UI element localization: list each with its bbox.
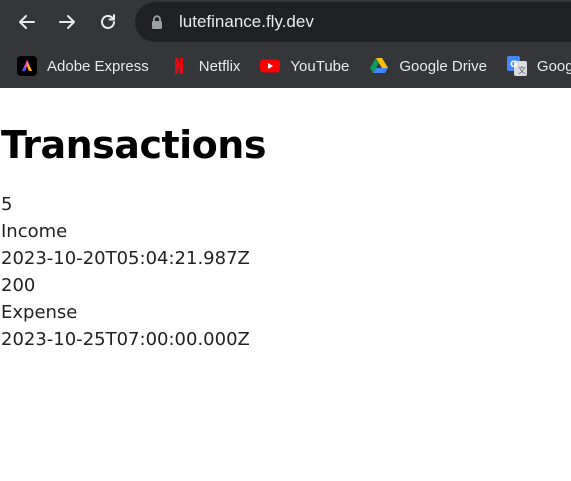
transaction-list: 5 Income 2023-10-20T05:04:21.987Z 200 Ex… (1, 191, 571, 353)
bookmark-label: YouTube (290, 57, 350, 75)
forward-button[interactable] (53, 8, 81, 36)
arrow-left-icon (19, 15, 35, 29)
transaction-item: 5 Income 2023-10-20T05:04:21.987Z (1, 191, 571, 272)
transaction-date: 2023-10-20T05:04:21.987Z (1, 248, 250, 269)
svg-text:G: G (510, 60, 517, 70)
bookmark-netflix[interactable]: Netflix (169, 56, 241, 76)
transaction-amount: 200 (1, 275, 36, 296)
google-translate-icon: G 文 (506, 56, 527, 76)
lock-icon[interactable] (150, 14, 164, 30)
arrow-right-icon (59, 15, 75, 29)
transaction-type: Expense (1, 302, 78, 323)
bookmark-label: Goog (536, 57, 571, 75)
transaction-date: 2023-10-25T07:00:00.000Z (1, 329, 250, 350)
page-title: Transactions (1, 123, 266, 167)
reload-icon (101, 14, 115, 29)
bookmark-label: Netflix (198, 57, 241, 75)
bookmark-label: Google Drive (399, 57, 487, 75)
netflix-icon (169, 56, 189, 76)
bookmark-google-translate[interactable]: G 文 Goog (506, 56, 571, 76)
transaction-amount: 5 (1, 194, 13, 215)
browser-toolbar: lutefinance.fly.dev (0, 0, 571, 44)
bookmark-google-drive[interactable]: Google Drive (369, 56, 487, 76)
reload-button[interactable] (94, 8, 122, 36)
bookmarks-bar: Adobe Express Netflix YouTube Google Dri… (0, 44, 571, 88)
youtube-icon (260, 56, 281, 76)
address-bar[interactable]: lutefinance.fly.dev (135, 2, 571, 42)
page-content: Transactions 5 Income 2023-10-20T05:04:2… (0, 123, 571, 353)
adobe-express-icon (17, 56, 37, 76)
bookmark-label: Adobe Express (47, 57, 149, 75)
url-text[interactable]: lutefinance.fly.dev (179, 12, 314, 32)
browser-chrome: lutefinance.fly.dev Adobe Express Netfli… (0, 0, 571, 88)
bookmark-youtube[interactable]: YouTube (260, 56, 349, 76)
bookmark-adobe-express[interactable]: Adobe Express (17, 56, 149, 76)
svg-text:文: 文 (518, 65, 526, 75)
transaction-item: 200 Expense 2023-10-25T07:00:00.000Z (1, 272, 571, 353)
google-drive-icon (369, 56, 389, 76)
transaction-type: Income (1, 221, 68, 242)
back-button[interactable] (13, 8, 41, 36)
